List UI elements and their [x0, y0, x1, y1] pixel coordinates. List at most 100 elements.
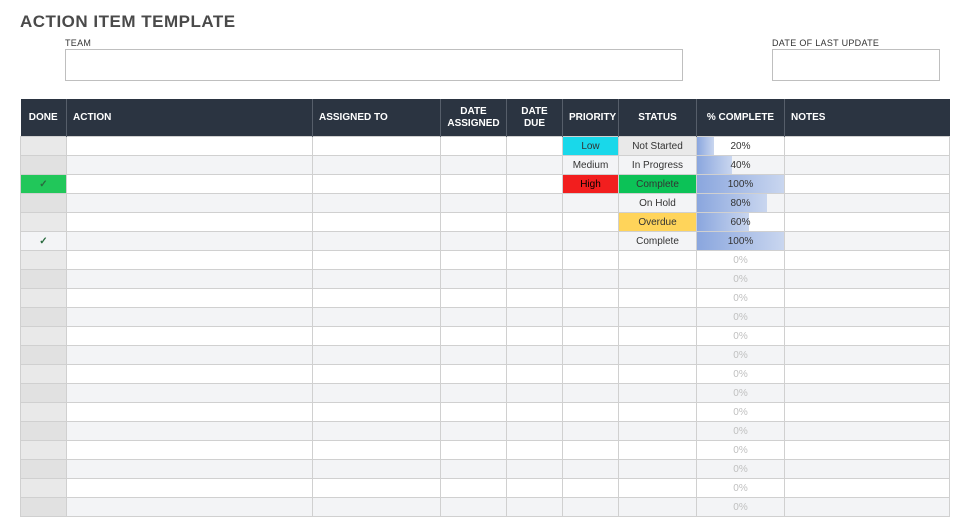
action-cell[interactable] [67, 403, 313, 422]
status-cell[interactable] [619, 460, 697, 479]
pct-complete-cell[interactable]: 0% [697, 270, 785, 289]
date-assigned-cell[interactable] [441, 308, 507, 327]
action-cell[interactable] [67, 156, 313, 175]
notes-cell[interactable] [785, 232, 950, 251]
pct-complete-cell[interactable]: 0% [697, 441, 785, 460]
pct-complete-cell[interactable]: 0% [697, 365, 785, 384]
status-cell[interactable] [619, 289, 697, 308]
assigned-cell[interactable] [313, 137, 441, 156]
action-cell[interactable] [67, 384, 313, 403]
pct-complete-cell[interactable]: 100% [697, 175, 785, 194]
priority-cell[interactable] [563, 365, 619, 384]
date-due-cell[interactable] [507, 270, 563, 289]
date-due-cell[interactable] [507, 479, 563, 498]
date-due-cell[interactable] [507, 460, 563, 479]
action-cell[interactable] [67, 422, 313, 441]
pct-complete-cell[interactable]: 0% [697, 289, 785, 308]
date-due-cell[interactable] [507, 384, 563, 403]
priority-cell[interactable] [563, 308, 619, 327]
done-cell[interactable] [21, 460, 67, 479]
date-assigned-cell[interactable] [441, 232, 507, 251]
priority-cell[interactable] [563, 460, 619, 479]
priority-cell[interactable] [563, 498, 619, 517]
date-due-cell[interactable] [507, 327, 563, 346]
date-due-cell[interactable] [507, 346, 563, 365]
notes-cell[interactable] [785, 175, 950, 194]
assigned-cell[interactable] [313, 403, 441, 422]
assigned-cell[interactable] [313, 365, 441, 384]
priority-cell[interactable] [563, 232, 619, 251]
status-cell[interactable] [619, 498, 697, 517]
status-cell[interactable]: Complete [619, 175, 697, 194]
status-cell[interactable] [619, 479, 697, 498]
action-cell[interactable] [67, 441, 313, 460]
date-assigned-cell[interactable] [441, 251, 507, 270]
pct-complete-cell[interactable]: 0% [697, 327, 785, 346]
action-cell[interactable] [67, 251, 313, 270]
date-assigned-cell[interactable] [441, 441, 507, 460]
notes-cell[interactable] [785, 403, 950, 422]
priority-cell[interactable] [563, 251, 619, 270]
assigned-cell[interactable] [313, 498, 441, 517]
priority-cell[interactable] [563, 213, 619, 232]
priority-cell[interactable] [563, 346, 619, 365]
assigned-cell[interactable] [313, 422, 441, 441]
action-cell[interactable] [67, 460, 313, 479]
done-cell[interactable]: ✓ [21, 232, 67, 251]
pct-complete-cell[interactable]: 60% [697, 213, 785, 232]
assigned-cell[interactable] [313, 327, 441, 346]
status-cell[interactable] [619, 346, 697, 365]
done-cell[interactable] [21, 137, 67, 156]
done-cell[interactable] [21, 156, 67, 175]
priority-cell[interactable] [563, 422, 619, 441]
action-cell[interactable] [67, 194, 313, 213]
pct-complete-cell[interactable]: 100% [697, 232, 785, 251]
priority-cell[interactable] [563, 270, 619, 289]
date-assigned-cell[interactable] [441, 194, 507, 213]
date-assigned-cell[interactable] [441, 365, 507, 384]
assigned-cell[interactable] [313, 251, 441, 270]
notes-cell[interactable] [785, 327, 950, 346]
pct-complete-cell[interactable]: 40% [697, 156, 785, 175]
status-cell[interactable] [619, 422, 697, 441]
assigned-cell[interactable] [313, 460, 441, 479]
done-cell[interactable] [21, 498, 67, 517]
priority-cell[interactable] [563, 384, 619, 403]
assigned-cell[interactable] [313, 270, 441, 289]
done-cell[interactable]: ✓ [21, 175, 67, 194]
date-due-cell[interactable] [507, 441, 563, 460]
priority-cell[interactable] [563, 327, 619, 346]
date-assigned-cell[interactable] [441, 137, 507, 156]
done-cell[interactable] [21, 308, 67, 327]
pct-complete-cell[interactable]: 0% [697, 479, 785, 498]
pct-complete-cell[interactable]: 0% [697, 422, 785, 441]
done-cell[interactable] [21, 194, 67, 213]
priority-cell[interactable] [563, 194, 619, 213]
date-assigned-cell[interactable] [441, 479, 507, 498]
date-assigned-cell[interactable] [441, 403, 507, 422]
date-due-cell[interactable] [507, 498, 563, 517]
pct-complete-cell[interactable]: 0% [697, 308, 785, 327]
date-due-cell[interactable] [507, 365, 563, 384]
date-assigned-cell[interactable] [441, 422, 507, 441]
notes-cell[interactable] [785, 479, 950, 498]
notes-cell[interactable] [785, 346, 950, 365]
done-cell[interactable] [21, 289, 67, 308]
done-cell[interactable] [21, 251, 67, 270]
done-cell[interactable] [21, 441, 67, 460]
status-cell[interactable] [619, 270, 697, 289]
priority-cell[interactable] [563, 403, 619, 422]
pct-complete-cell[interactable]: 0% [697, 251, 785, 270]
date-due-cell[interactable] [507, 289, 563, 308]
assigned-cell[interactable] [313, 156, 441, 175]
date-due-cell[interactable] [507, 213, 563, 232]
action-cell[interactable] [67, 270, 313, 289]
date-due-cell[interactable] [507, 251, 563, 270]
done-cell[interactable] [21, 270, 67, 289]
date-assigned-cell[interactable] [441, 289, 507, 308]
notes-cell[interactable] [785, 270, 950, 289]
status-cell[interactable]: In Progress [619, 156, 697, 175]
done-cell[interactable] [21, 403, 67, 422]
pct-complete-cell[interactable]: 0% [697, 498, 785, 517]
date-due-cell[interactable] [507, 156, 563, 175]
